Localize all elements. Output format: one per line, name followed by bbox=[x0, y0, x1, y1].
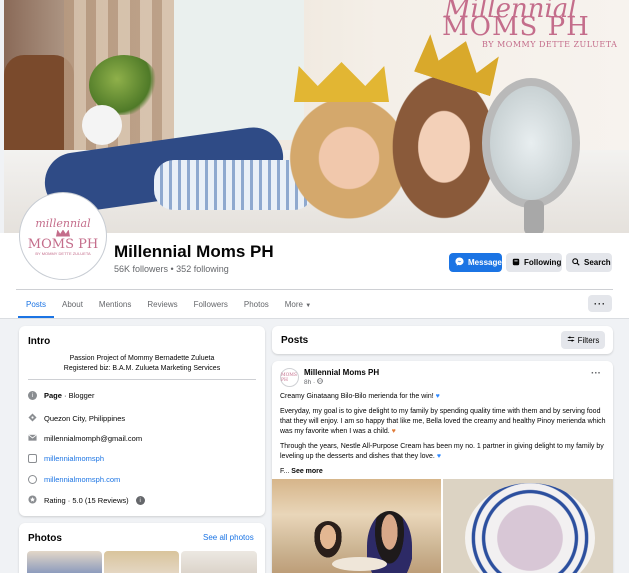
cover-mirror-handle bbox=[524, 200, 544, 233]
tab-about[interactable]: About bbox=[62, 292, 83, 317]
follower-stats[interactable]: 56K followers • 352 following bbox=[114, 264, 229, 274]
post-text: Creamy Ginataang Bilo-Bilo merienda for … bbox=[280, 392, 606, 482]
love-emoji-icon: ♥ bbox=[391, 428, 396, 435]
cover-mirror bbox=[482, 78, 580, 208]
intro-bio-line: Registered biz: B.A.M. Zulueta Marketing… bbox=[63, 365, 221, 372]
following-button[interactable]: Following bbox=[506, 253, 562, 272]
post-image-dessert-plate bbox=[465, 483, 595, 573]
message-button-label: Message bbox=[468, 258, 502, 267]
post-truncated: F... bbox=[280, 468, 292, 475]
intro-instagram[interactable]: millennialmomsph bbox=[28, 454, 104, 463]
intro-title: Intro bbox=[28, 336, 51, 347]
posts-title: Posts bbox=[281, 335, 309, 346]
location-pin-icon bbox=[28, 413, 37, 424]
see-more-link[interactable]: See more bbox=[291, 468, 323, 475]
cover-brand-title: MOMS PH bbox=[442, 12, 590, 42]
page-category: · Blogger bbox=[61, 391, 95, 400]
post-paragraph: Through the years, Nestle All-Purpose Cr… bbox=[280, 443, 604, 460]
posts-header: Posts Filters bbox=[272, 326, 613, 354]
cover-window bbox=[174, 0, 304, 140]
tab-more-label: More bbox=[284, 300, 303, 309]
instagram-icon bbox=[28, 454, 37, 463]
cover-sock bbox=[82, 105, 122, 145]
filters-label: Filters bbox=[577, 335, 600, 345]
photo-thumbnail[interactable] bbox=[104, 551, 179, 573]
intro-bio-line: Passion Project of Mommy Bernadette Zulu… bbox=[69, 355, 215, 362]
avatar-logo-title: MOMS PH bbox=[27, 236, 99, 252]
info-icon[interactable]: i bbox=[135, 496, 145, 505]
email-text: millennialmomph@gmail.com bbox=[44, 434, 143, 443]
post-headline: Creamy Ginataang Bilo-Bilo merienda for … bbox=[280, 393, 436, 400]
instagram-link[interactable]: millennialmomsph bbox=[44, 454, 104, 463]
envelope-icon bbox=[28, 433, 37, 444]
info-icon: i bbox=[28, 391, 37, 400]
post-image-child bbox=[312, 521, 344, 561]
tab-posts[interactable]: Posts bbox=[17, 292, 55, 318]
star-icon bbox=[28, 495, 37, 506]
location-text: Quezon City, Philippines bbox=[44, 414, 126, 423]
post-paragraph: Everyday, my goal is to give delight to … bbox=[280, 408, 606, 435]
post-image[interactable] bbox=[443, 479, 613, 573]
intro-bio: Passion Project of Mommy Bernadette Zulu… bbox=[19, 354, 265, 374]
profile-tabs: Posts About Mentions Reviews Followers P… bbox=[16, 289, 613, 319]
photo-thumbnail[interactable] bbox=[27, 551, 102, 573]
search-button-label: Search bbox=[584, 258, 611, 267]
message-button[interactable]: Message bbox=[449, 253, 502, 272]
intro-rating: Rating · 5.0 (15 Reviews) i bbox=[28, 495, 145, 506]
intro-card: Intro Passion Project of Mommy Bernadett… bbox=[19, 326, 265, 516]
post-author[interactable]: Millennial Moms PH bbox=[304, 368, 379, 377]
globe-icon bbox=[28, 475, 37, 484]
post-card: MOMS PH Millennial Moms PH 8h · ··· Crea… bbox=[272, 361, 613, 573]
more-options-button[interactable]: ··· bbox=[588, 295, 612, 312]
photo-thumbnail[interactable] bbox=[181, 551, 257, 573]
photos-title: Photos bbox=[28, 533, 62, 544]
intro-page-type: i Page · Blogger bbox=[28, 391, 94, 400]
cover-brand-tagline: BY MOMMY DETTE ZULUETA bbox=[482, 40, 618, 49]
rating-text: Rating · 5.0 (15 Reviews) bbox=[44, 496, 129, 505]
post-image[interactable] bbox=[272, 479, 441, 573]
photos-card: Photos See all photos bbox=[19, 523, 265, 573]
avatar[interactable]: millennial MOMS PH BY MOMMY DETTE ZULUET… bbox=[20, 193, 106, 279]
heart-icon: ♥ bbox=[435, 393, 440, 400]
avatar-logo-tagline: BY MOMMY DETTE ZULUETA bbox=[35, 250, 91, 256]
search-icon bbox=[572, 257, 580, 268]
post-time-text: 8h · bbox=[304, 379, 318, 386]
intro-location: Quezon City, Philippines bbox=[28, 413, 125, 424]
following-button-label: Following bbox=[524, 258, 562, 267]
divider bbox=[28, 379, 256, 380]
tab-mentions[interactable]: Mentions bbox=[99, 292, 131, 317]
post-avatar[interactable]: MOMS PH bbox=[280, 368, 299, 387]
website-link[interactable]: millennialmomsph.com bbox=[44, 475, 120, 484]
crown-icon bbox=[294, 62, 389, 102]
sliders-icon bbox=[567, 335, 575, 345]
intro-website[interactable]: millennialmomsph.com bbox=[28, 475, 120, 484]
intro-email[interactable]: millennialmomph@gmail.com bbox=[28, 433, 142, 444]
tab-more[interactable]: More ▼ bbox=[285, 292, 311, 317]
cover-photo[interactable]: Millennial MOMS PH BY MOMMY DETTE ZULUET… bbox=[4, 0, 629, 233]
avatar-logo-script: millennial bbox=[35, 216, 91, 230]
tab-reviews[interactable]: Reviews bbox=[147, 292, 177, 317]
following-icon bbox=[512, 258, 520, 268]
post-timestamp[interactable]: 8h · bbox=[304, 378, 323, 386]
post-image-bowl bbox=[332, 557, 387, 571]
tab-followers[interactable]: Followers bbox=[194, 292, 228, 317]
page-type-label: Page bbox=[44, 391, 62, 400]
see-all-photos-link[interactable]: See all photos bbox=[203, 533, 254, 542]
crown-icon bbox=[56, 229, 70, 237]
tab-photos[interactable]: Photos bbox=[244, 292, 269, 317]
search-button[interactable]: Search bbox=[566, 253, 612, 272]
heart-icon: ♥ bbox=[436, 453, 441, 460]
filters-button[interactable]: Filters bbox=[561, 331, 605, 349]
page-title: Millennial Moms PH bbox=[114, 242, 274, 261]
caret-down-icon: ▼ bbox=[305, 303, 312, 309]
messenger-icon bbox=[455, 257, 464, 268]
post-options-button[interactable]: ··· bbox=[591, 368, 601, 379]
globe-icon bbox=[317, 378, 323, 386]
